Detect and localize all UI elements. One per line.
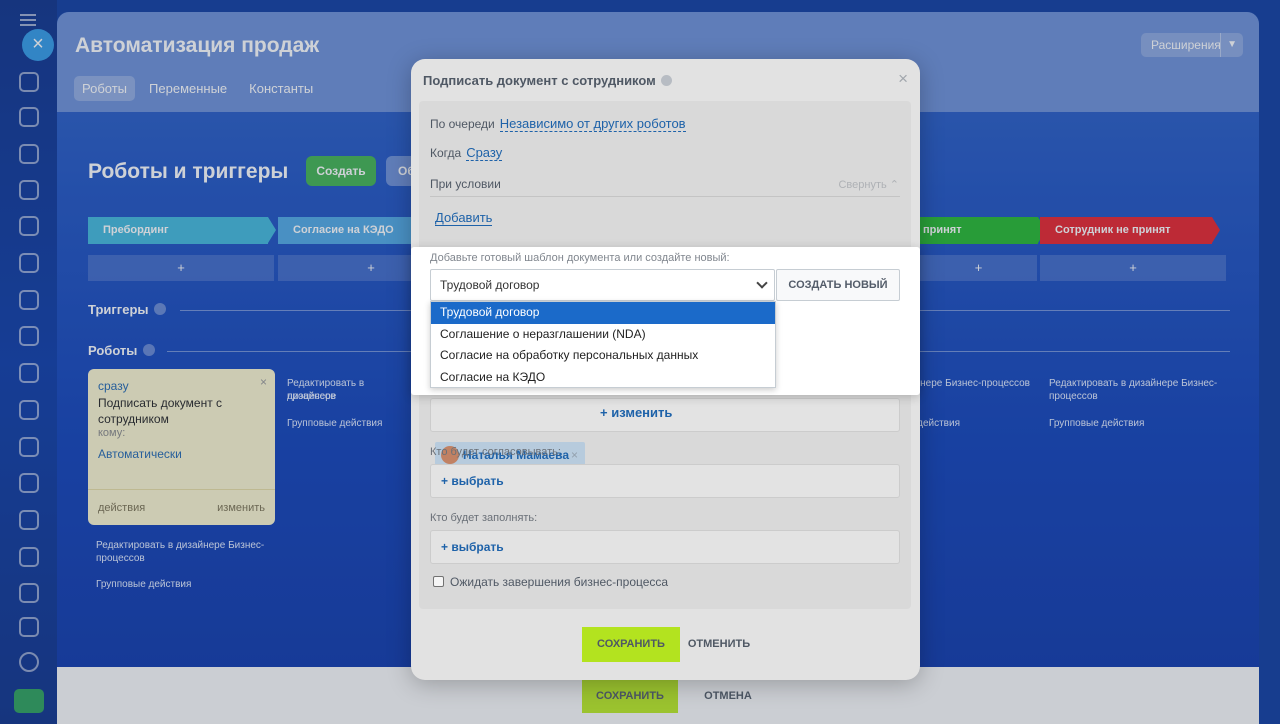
template-option[interactable]: Согласие на КЭДО bbox=[431, 367, 775, 389]
template-option[interactable]: Согласие на обработку персональных данны… bbox=[431, 345, 775, 367]
template-popup: Добавьте готовый шаблон документа или со… bbox=[411, 247, 920, 395]
create-new-template-button[interactable]: СОЗДАТЬ НОВЫЙ bbox=[776, 269, 900, 301]
template-selected-value: Трудовой договор bbox=[440, 278, 540, 292]
template-option[interactable]: Трудовой договор bbox=[431, 302, 775, 324]
template-select[interactable]: Трудовой договор bbox=[430, 269, 775, 301]
chevron-down-icon[interactable] bbox=[756, 277, 768, 289]
template-option[interactable]: Соглашение о неразглашении (NDA) bbox=[431, 324, 775, 346]
template-options-list: Трудовой договор Соглашение о неразглаше… bbox=[430, 301, 776, 388]
template-label: Добавьте готовый шаблон документа или со… bbox=[430, 252, 730, 264]
